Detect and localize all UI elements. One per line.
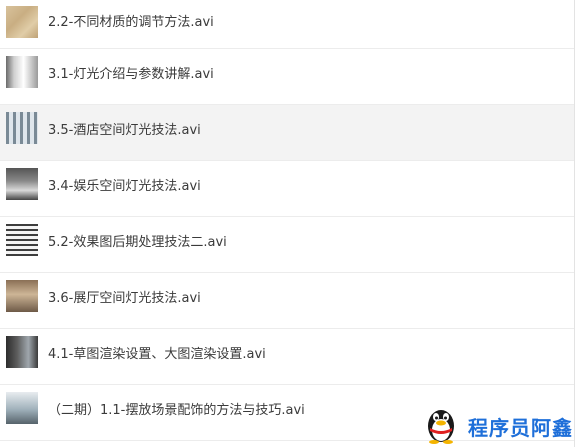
video-thumbnail	[6, 56, 38, 88]
file-item[interactable]: 3.6-展厅空间灯光技法.avi	[0, 273, 574, 329]
video-thumbnail	[6, 112, 38, 144]
file-item[interactable]: 4.1-草图渲染设置、大图渲染设置.avi	[0, 329, 574, 385]
file-name: 3.4-娱乐空间灯光技法.avi	[48, 179, 201, 194]
file-name: 3.5-酒店空间灯光技法.avi	[48, 123, 201, 138]
video-thumbnail	[6, 392, 38, 424]
watermark-text: 程序员阿鑫	[468, 416, 573, 440]
file-item[interactable]: 2.2-不同材质的调节方法.avi	[0, 0, 574, 49]
watermark: 程序员阿鑫	[424, 404, 575, 444]
file-name: 4.1-草图渲染设置、大图渲染设置.avi	[48, 347, 266, 362]
file-name: 3.6-展厅空间灯光技法.avi	[48, 291, 201, 306]
file-name: 2.2-不同材质的调节方法.avi	[48, 15, 214, 30]
file-item[interactable]: 3.1-灯光介绍与参数讲解.avi	[0, 49, 574, 105]
qq-penguin-icon	[428, 410, 454, 444]
file-name: 3.1-灯光介绍与参数讲解.avi	[48, 67, 214, 82]
video-thumbnail	[6, 336, 38, 368]
file-name: 5.2-效果图后期处理技法二.avi	[48, 235, 227, 250]
video-thumbnail	[6, 280, 38, 312]
video-thumbnail	[6, 168, 38, 200]
video-thumbnail	[6, 6, 38, 38]
file-name: （二期）1.1-摆放场景配饰的方法与技巧.avi	[48, 403, 305, 418]
file-item[interactable]: 5.2-效果图后期处理技法二.avi	[0, 217, 574, 273]
file-list: 2.2-不同材质的调节方法.avi 3.1-灯光介绍与参数讲解.avi 3.5-…	[0, 0, 575, 447]
file-item[interactable]: 3.4-娱乐空间灯光技法.avi	[0, 161, 574, 217]
file-item[interactable]: 3.5-酒店空间灯光技法.avi	[0, 105, 574, 161]
video-thumbnail	[6, 224, 38, 256]
